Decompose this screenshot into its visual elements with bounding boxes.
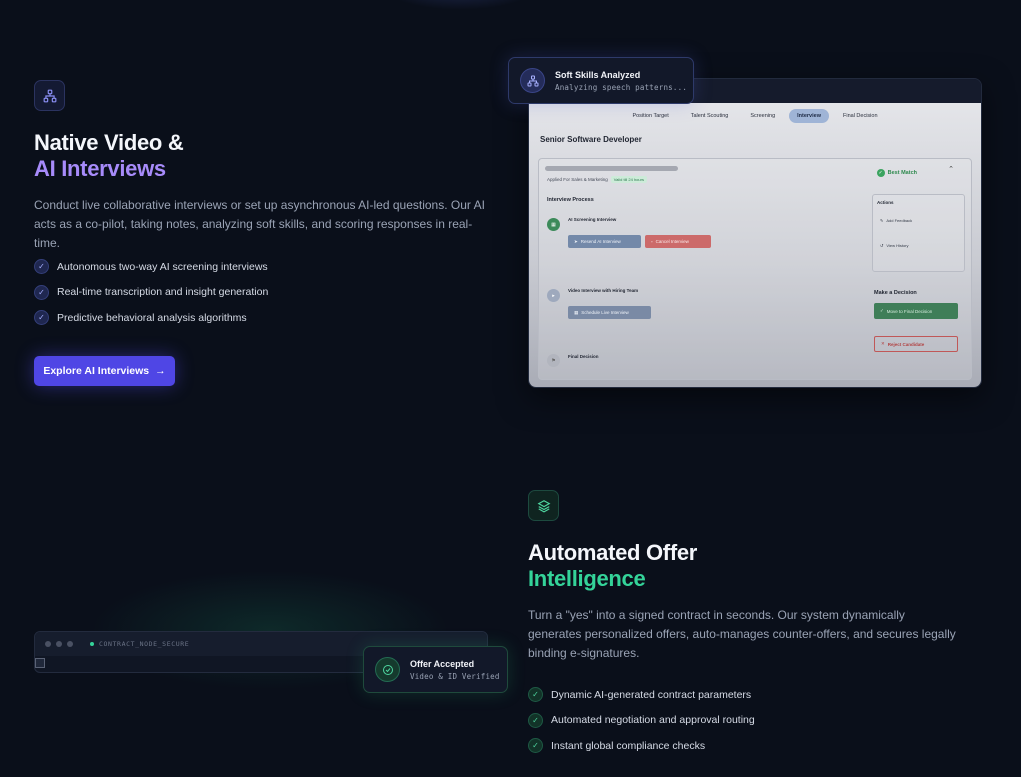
soft-skills-subtitle: Analyzing speech patterns...	[555, 82, 688, 92]
tab-final-decision[interactable]: Final Decision	[835, 109, 886, 123]
window-dot	[45, 641, 51, 647]
tab-position-target[interactable]: Position Target	[624, 109, 676, 123]
applied-for-row: Applied For Sales & Marketing Valid till…	[547, 176, 647, 183]
calendar-icon: ▦	[574, 309, 579, 315]
window-dot	[56, 641, 62, 647]
tab-screening[interactable]: Screening	[742, 109, 783, 123]
send-icon: ➤	[574, 238, 578, 244]
soft-skills-title: Soft Skills Analyzed	[555, 69, 641, 80]
video-section-description: Conduct live collaborative interviews or…	[34, 198, 485, 250]
list-item: ✓ Instant global compliance checks	[528, 733, 755, 759]
name-placeholder-bar	[545, 166, 678, 171]
offer-heading-line1: Automated Offer	[528, 540, 698, 565]
offer-accepted-title: Offer Accepted	[410, 658, 475, 669]
org-chart-icon	[34, 80, 65, 111]
video-section-heading: Native Video & AI Interviews	[34, 130, 184, 182]
feature-label: Dynamic AI-generated contract parameters	[551, 688, 752, 701]
check-icon: ✓	[528, 712, 543, 728]
check-icon: ✓	[34, 284, 49, 300]
list-item: ✓ Predictive behavioral analysis algorith…	[34, 305, 268, 331]
actions-panel: Actions ✎ Add Feedback ↺ View History	[872, 194, 965, 272]
decision-heading: Make a Decision	[874, 290, 917, 296]
top-glow	[380, 0, 540, 10]
edit-icon: ✎	[880, 218, 884, 223]
candidate-card: Applied For Sales & Marketing Valid till…	[538, 158, 972, 380]
video-heading-line1: Native Video &	[34, 130, 184, 155]
check-icon: ✓	[34, 259, 49, 275]
schedule-label: Schedule Live Interview	[581, 310, 629, 315]
move-label: Move to Final Decision	[886, 308, 933, 314]
offer-section-description: Turn a "yes" into a signed contract in s…	[528, 608, 956, 660]
validity-badge: Valid till 24 hours	[610, 176, 647, 183]
video-icon: ▸	[547, 289, 560, 302]
video-heading-line2: AI Interviews	[34, 156, 166, 181]
list-item: ✓ Automated negotiation and approval rout…	[528, 708, 755, 734]
check-circle-icon	[375, 657, 400, 682]
step-label: AI Screening Interview	[568, 217, 617, 222]
offer-feature-list: ✓ Dynamic AI-generated contract parameter…	[528, 682, 755, 759]
close-icon: ✕	[881, 341, 885, 346]
tab-interview[interactable]: Interview	[789, 109, 829, 123]
interview-mockup-window: Position Target Talent Scouting Screenin…	[528, 78, 982, 388]
cta-label: Explore AI Interviews	[43, 365, 150, 377]
offer-accepted-card: Offer Accepted Video & ID Verified	[363, 646, 508, 693]
interview-process-heading: Interview Process	[547, 197, 594, 203]
resend-ai-interview-button[interactable]: ➤ Resend AI Interview	[568, 235, 641, 248]
arrow-right-icon: →	[155, 365, 166, 377]
view-history-label: View History	[886, 243, 909, 248]
list-item: ✓ Real-time transcription and insight gen…	[34, 280, 268, 306]
step-label: Video Interview with Hiring Team	[568, 288, 639, 293]
decision-panel: Make a Decision ✓ Move to Final Decision…	[872, 285, 965, 355]
window-dot	[67, 641, 73, 647]
list-item: ✓ Dynamic AI-generated contract parameter…	[528, 682, 755, 708]
video-feature-list: ✓ Autonomous two-way AI screening intervi…	[34, 254, 268, 331]
list-item: ✓ Autonomous two-way AI screening intervi…	[34, 254, 268, 280]
chevron-up-icon[interactable]: ⌃	[948, 165, 954, 173]
step-label: Final Decision	[568, 354, 599, 359]
cancel-interview-button[interactable]: ▫ Cancel Interview	[645, 235, 711, 248]
calendar-icon: ▦	[547, 218, 560, 231]
feature-label: Predictive behavioral analysis algorithm…	[57, 311, 247, 324]
schedule-live-interview-button[interactable]: ▦ Schedule Live Interview	[568, 306, 651, 319]
broken-image-icon	[35, 658, 45, 668]
reject-label: Reject Candidate	[887, 341, 925, 347]
mockup-screen: Position Target Talent Scouting Screenin…	[529, 103, 981, 387]
resend-label: Resend AI Interview	[580, 239, 621, 244]
actions-heading: Actions	[877, 200, 894, 205]
match-label: Best Match	[887, 170, 917, 176]
status-dot	[90, 642, 94, 646]
reject-candidate-button[interactable]: ✕ Reject Candidate	[874, 336, 958, 352]
contract-node-label: CONTRACT_NODE_SECURE	[99, 640, 190, 648]
feature-label: Automated negotiation and approval routi…	[551, 714, 755, 727]
check-icon: ✓	[34, 310, 49, 326]
mockup-tabs: Position Target Talent Scouting Screenin…	[529, 109, 981, 123]
offer-section-heading: Automated Offer Intelligence	[528, 540, 697, 592]
cancel-label: Cancel Interview	[655, 239, 689, 244]
check-circle-icon: ✓	[876, 169, 885, 177]
check-icon: ✓	[528, 687, 543, 703]
feature-label: Autonomous two-way AI screening intervie…	[57, 260, 268, 273]
trash-icon: ▫	[651, 239, 653, 244]
check-icon: ✓	[880, 308, 884, 313]
applied-for-label: Applied For Sales & Marketing	[547, 177, 608, 182]
offer-accepted-subtitle: Video & ID Verified	[410, 671, 500, 681]
best-match-badge: ✓ Best Match	[876, 169, 917, 177]
check-icon: ✓	[528, 738, 543, 754]
feature-label: Real-time transcription and insight gene…	[57, 286, 269, 299]
flag-icon: ⚑	[547, 354, 560, 367]
add-feedback-label: Add Feedback	[886, 218, 913, 223]
tab-talent-scouting[interactable]: Talent Scouting	[683, 109, 737, 123]
move-to-final-decision-button[interactable]: ✓ Move to Final Decision	[874, 303, 958, 319]
layers-icon	[528, 490, 559, 521]
soft-skills-card: Soft Skills Analyzed Analyzing speech pa…	[508, 57, 694, 104]
feature-label: Instant global compliance checks	[551, 739, 706, 752]
add-feedback-button[interactable]: ✎ Add Feedback	[880, 218, 912, 223]
offer-heading-line2: Intelligence	[528, 566, 646, 591]
candidate-position-title: Senior Software Developer	[540, 135, 642, 144]
history-icon: ↺	[880, 243, 884, 248]
explore-ai-interviews-button[interactable]: Explore AI Interviews →	[34, 356, 175, 386]
view-history-button[interactable]: ↺ View History	[880, 243, 909, 248]
org-chart-icon	[520, 68, 545, 93]
